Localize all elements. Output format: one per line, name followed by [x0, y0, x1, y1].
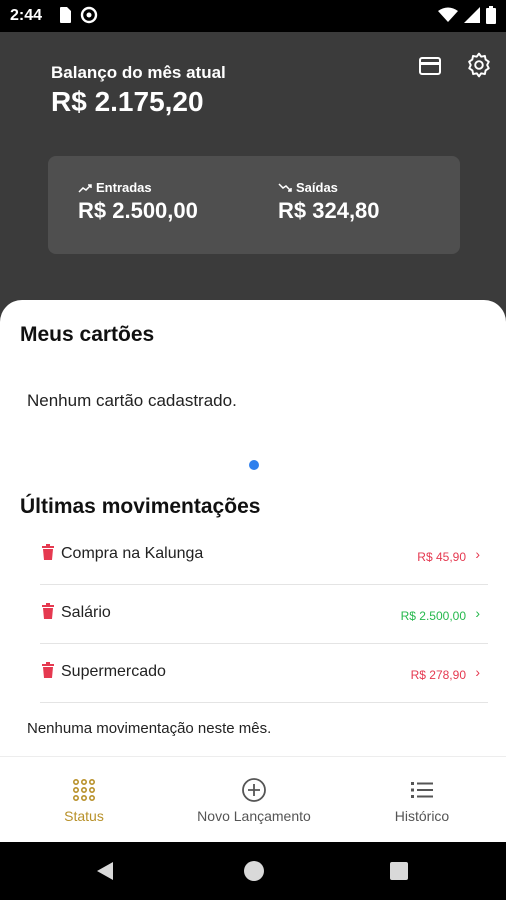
- movement-row[interactable]: Compra na Kalunga R$ 45,90 ›: [40, 526, 488, 585]
- list-icon: [411, 782, 433, 798]
- movement-value: R$ 45,90: [417, 550, 466, 564]
- balance-header: Balanço do mês atual R$ 2.175,20 Entrada…: [0, 32, 506, 322]
- status-time: 2:44: [10, 7, 43, 24]
- home-icon[interactable]: [244, 861, 264, 881]
- carousel-page-indicator: [249, 460, 259, 470]
- nav-history-label: Histórico: [394, 808, 450, 824]
- trending-down-icon: [278, 182, 292, 192]
- grid-dots-icon: [72, 778, 95, 801]
- movements-list: Compra na Kalunga R$ 45,90 › Salário R$ …: [40, 526, 488, 703]
- cards-title: Meus cartões: [20, 323, 155, 346]
- sim-card-icon: [60, 7, 71, 23]
- status-bar: 2:44: [0, 0, 506, 32]
- income-label: Entradas: [96, 180, 152, 195]
- movement-row[interactable]: Supermercado R$ 278,90 ›: [40, 644, 488, 703]
- sync-icon: [80, 6, 98, 24]
- trash-icon[interactable]: [41, 662, 55, 678]
- bottom-navigation: Status Novo Lançamento Histórico: [0, 756, 506, 842]
- battery-icon: [486, 6, 496, 24]
- balance-label: Balanço do mês atual: [51, 63, 226, 82]
- nav-new-entry-label: Novo Lançamento: [197, 808, 311, 824]
- movement-value: R$ 2.500,00: [400, 609, 466, 623]
- no-movements-text: Nenhuma movimentação neste mês.: [27, 720, 272, 737]
- movement-row[interactable]: Salário R$ 2.500,00 ›: [40, 585, 488, 644]
- trending-up-icon: [78, 183, 92, 193]
- movements-title: Últimas movimentações: [20, 495, 261, 518]
- nav-history[interactable]: Histórico: [338, 757, 506, 843]
- movement-name: Supermercado: [61, 663, 166, 680]
- content-sheet: Meus cartões Nenhum cartão cadastrado. Ú…: [0, 300, 506, 756]
- recent-apps-icon[interactable]: [390, 862, 408, 880]
- nav-new-entry[interactable]: Novo Lançamento: [170, 757, 338, 843]
- nav-status-label: Status: [64, 808, 104, 824]
- movement-name: Compra na Kalunga: [61, 545, 204, 562]
- chevron-right-icon: ›: [475, 546, 480, 562]
- movement-name: Salário: [61, 604, 111, 621]
- trash-icon[interactable]: [41, 544, 55, 560]
- signal-icon: [464, 7, 480, 23]
- wifi-icon: [438, 7, 458, 22]
- expense-value: R$ 324,80: [278, 198, 380, 223]
- balance-value: R$ 2.175,20: [51, 86, 204, 117]
- add-circle-icon: [242, 778, 266, 802]
- income-summary: Entradas R$ 2.500,00: [78, 180, 198, 224]
- back-icon[interactable]: [96, 861, 114, 881]
- trash-icon[interactable]: [41, 603, 55, 619]
- summary-box: Entradas R$ 2.500,00 Saídas R$ 324,80: [48, 156, 460, 254]
- system-navigation-bar: [0, 842, 506, 900]
- gear-icon[interactable]: [466, 52, 492, 78]
- expense-summary: Saídas R$ 324,80: [278, 180, 380, 224]
- income-value: R$ 2.500,00: [78, 198, 198, 223]
- chevron-right-icon: ›: [475, 605, 480, 621]
- chevron-right-icon: ›: [475, 664, 480, 680]
- movement-value: R$ 278,90: [410, 668, 466, 682]
- credit-card-icon[interactable]: [418, 54, 442, 78]
- nav-status[interactable]: Status: [0, 757, 168, 843]
- expense-label: Saídas: [296, 180, 338, 195]
- no-cards-text: Nenhum cartão cadastrado.: [27, 391, 237, 410]
